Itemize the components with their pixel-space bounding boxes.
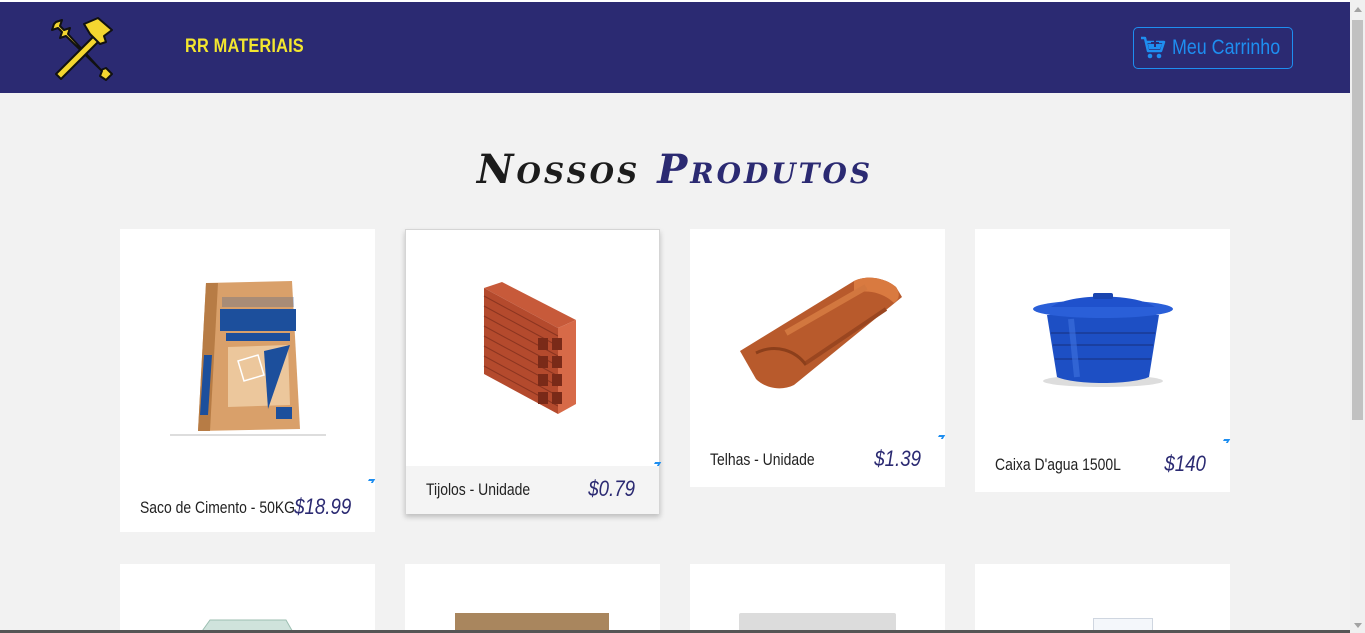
product-card[interactable] bbox=[690, 564, 945, 633]
cart-button[interactable]: Meu Carrinho bbox=[1133, 27, 1293, 69]
product-name: Saco de Cimento - 50KG bbox=[140, 498, 295, 517]
product-name: Tijolos - Unidade bbox=[426, 480, 531, 499]
roof-tile-image bbox=[736, 273, 906, 398]
product-card[interactable]: Saco de Cimento - 50KG $18.99 bbox=[120, 229, 376, 532]
card-corner-accent bbox=[366, 479, 376, 483]
product-name: Telhas - Unidade bbox=[710, 450, 815, 469]
product-price: $1.39 bbox=[874, 446, 921, 471]
brick-image bbox=[480, 280, 580, 419]
vertical-scrollbar[interactable] bbox=[1350, 0, 1365, 633]
product-card[interactable] bbox=[120, 564, 375, 633]
scroll-up-arrow-icon[interactable] bbox=[1350, 2, 1365, 17]
scrollbar-thumb[interactable] bbox=[1352, 20, 1363, 420]
brand-name[interactable]: RR MATERIAIS bbox=[185, 36, 304, 58]
product-card[interactable] bbox=[975, 564, 1230, 633]
product-name: Caixa D'agua 1500L bbox=[995, 455, 1121, 474]
product-card[interactable]: Caixa D'agua 1500L $140 bbox=[975, 229, 1231, 492]
product-price: $140 bbox=[1164, 451, 1206, 476]
product-card[interactable] bbox=[405, 564, 660, 633]
section-title-part2: Produtos bbox=[657, 146, 874, 193]
product-footer: Caixa D'agua 1500L $140 bbox=[975, 443, 1230, 491]
section-title-part1: Nossos bbox=[476, 146, 658, 193]
product-footer: Telhas - Unidade $1.39 bbox=[690, 438, 945, 486]
product-footer: Saco de Cimento - 50KG $18.99 bbox=[120, 484, 375, 532]
section-title: Nossos Produtos bbox=[0, 146, 1350, 193]
cart-button-label: Meu Carrinho bbox=[1172, 36, 1281, 59]
site-header: RR MATERIAIS Meu Carrinho bbox=[0, 2, 1350, 93]
tools-icon[interactable] bbox=[46, 14, 116, 82]
product-price: $18.99 bbox=[293, 494, 351, 519]
scroll-down-arrow-icon[interactable] bbox=[1350, 618, 1365, 633]
water-tank-image bbox=[1031, 289, 1175, 394]
product-card[interactable]: Telhas - Unidade $1.39 bbox=[690, 229, 946, 487]
product-price: $0.79 bbox=[588, 476, 635, 501]
cart-icon bbox=[1141, 36, 1166, 59]
product-card[interactable]: Tijolos - Unidade $0.79 bbox=[405, 229, 662, 514]
cement-bag-image bbox=[168, 275, 328, 444]
product-footer: Tijolos - Unidade $0.79 bbox=[406, 466, 659, 514]
